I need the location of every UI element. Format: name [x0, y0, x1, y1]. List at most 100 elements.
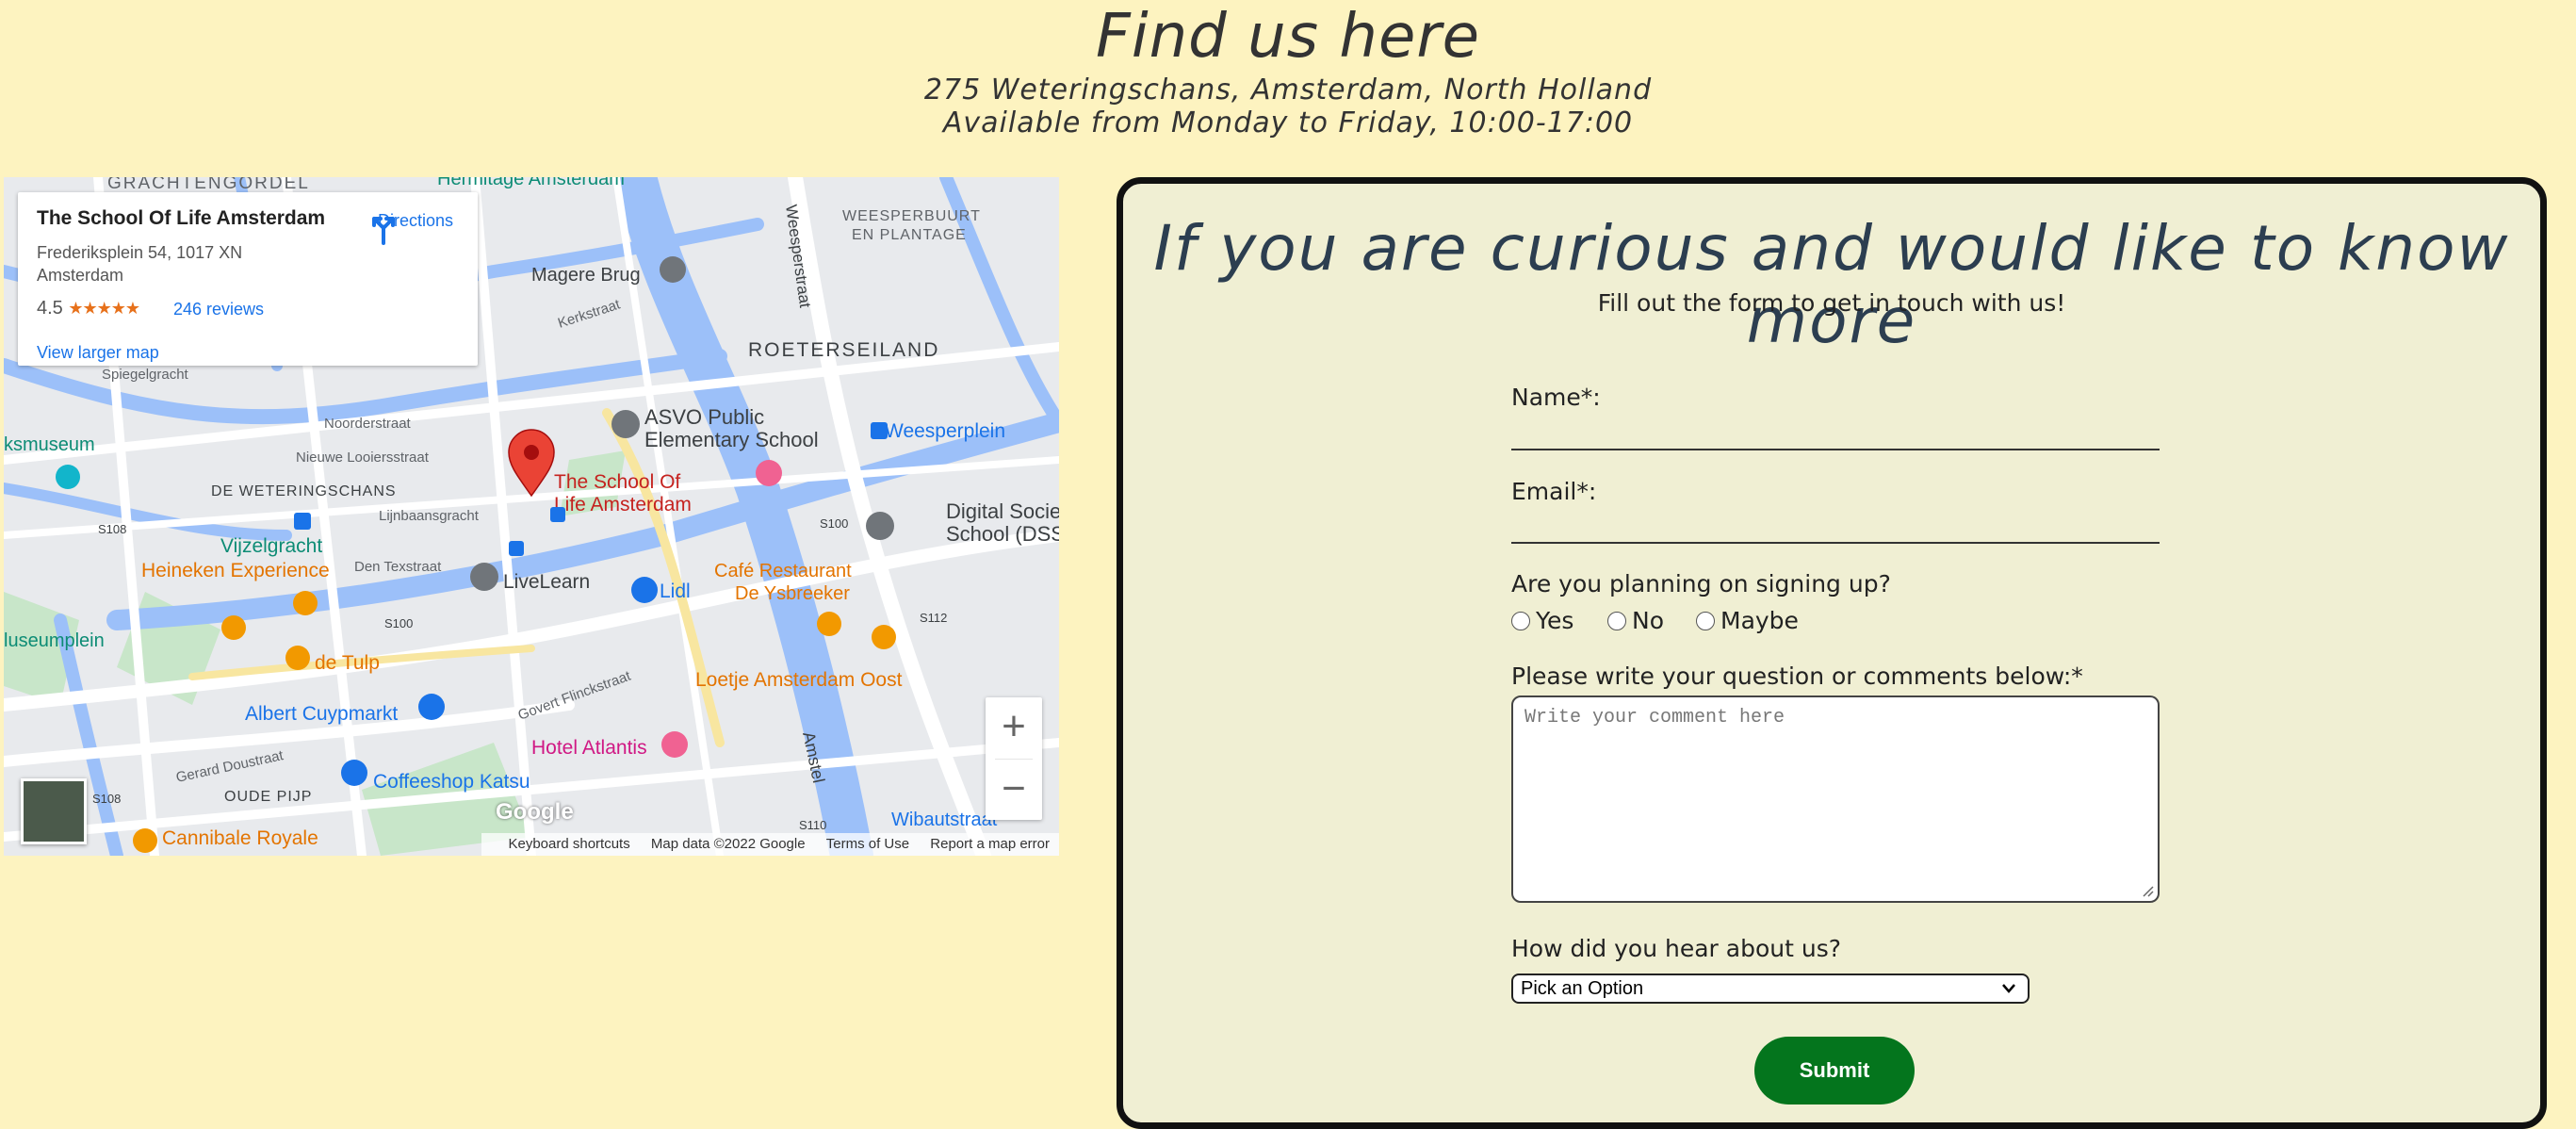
map-label-s110: S110 [799, 818, 826, 832]
comment-placeholder: Write your comment here [1524, 707, 1785, 728]
map-label-asvo-2: Elementary School [644, 428, 819, 451]
map-label-heineken: Heineken Experience [141, 560, 330, 581]
directions-icon [372, 217, 395, 245]
rating-stars-icon: ★★★★★ [68, 299, 140, 318]
map-label-roeterseiland: ROETERSEILAND [748, 339, 939, 361]
restaurant-marker-icon-3 [817, 612, 841, 636]
zoom-in-button[interactable]: + [986, 697, 1042, 759]
zoom-controls: + − [986, 697, 1042, 820]
map-label-den-texstraat: Den Texstraat [354, 559, 442, 575]
map-label-s112: S112 [920, 611, 947, 625]
school-marker-icon-2 [866, 512, 894, 540]
radio-maybe-icon[interactable] [1696, 612, 1715, 630]
place-rating: 4.5 ★★★★★ [37, 298, 140, 319]
bar-marker-icon [293, 591, 318, 615]
zoom-out-button[interactable]: − [986, 760, 1042, 821]
hear-select[interactable]: Pick an Option [1511, 974, 2030, 1004]
transit-marker-icon [550, 507, 565, 522]
resize-handle-icon[interactable] [2141, 884, 2154, 897]
map-label-lidl: Lidl [660, 581, 691, 602]
view-larger-map-link[interactable]: View larger map [37, 343, 159, 363]
email-field[interactable] [1511, 542, 2160, 544]
map-label-weesperplein: Weesperplein [885, 420, 1005, 442]
form-subheading: Fill out the form to get in touch with u… [1597, 289, 2066, 317]
signup-label: Are you planning on signing up? [1511, 570, 1891, 597]
map-label-digital-2: School (DSS) [946, 522, 1059, 546]
map-label-weesperbuurt-1: WEESPERBUURT [842, 208, 981, 224]
map-label-albert: Albert Cuypmarkt [245, 703, 398, 725]
page-title: Find us here [1096, 2, 1480, 72]
metro-marker-icon [871, 422, 888, 439]
contact-form-card: If you are curious and would like to kno… [1117, 177, 2547, 1129]
map-label-cafe-1: Café Restaurant [714, 561, 852, 581]
chevron-down-icon [2002, 984, 2015, 993]
shop-marker-icon-2 [418, 694, 445, 720]
terms-link[interactable]: Terms of Use [826, 836, 909, 852]
map-label-magere-brug: Magere Brug [531, 265, 641, 286]
shop-marker-icon [631, 577, 658, 603]
directions-button[interactable]: Directions [367, 211, 465, 245]
radio-yes[interactable]: Yes [1511, 607, 1573, 634]
map-label-spiegelgracht: Spiegelgracht [102, 367, 189, 383]
map-label-museumplein: luseumplein [4, 630, 105, 651]
radio-no-icon[interactable] [1607, 612, 1626, 630]
map-label-cannibale: Cannibale Royale [162, 827, 318, 849]
radio-no[interactable]: No [1607, 607, 1664, 634]
place-address-line-1: Frederiksplein 54, 1017 XN [37, 243, 243, 262]
map-label-vijzelgracht: Vijzelgracht [220, 535, 322, 557]
hear-label: How did you hear about us? [1511, 935, 1841, 962]
restaurant-marker-icon-5 [133, 828, 157, 853]
map-attribution: Keyboard shortcuts Map data ©2022 Google… [481, 833, 1059, 856]
place-address-line-2: Amsterdam [37, 266, 124, 285]
map-label-nieuwe-looiersstraat: Nieuwe Looiersstraat [296, 450, 430, 466]
keyboard-shortcuts-link[interactable]: Keyboard shortcuts [508, 836, 629, 852]
rating-value: 4.5 [37, 298, 63, 319]
map-label-hermitage: Hermitage Amsterdam [437, 177, 625, 189]
shop-marker-icon-3 [341, 760, 367, 786]
radio-yes-label: Yes [1536, 607, 1574, 634]
radio-maybe[interactable]: Maybe [1696, 607, 1799, 634]
museum-marker-icon [56, 465, 80, 489]
hear-select-value: Pick an Option [1521, 978, 1644, 999]
map-label-weesperbuurt-2: EN PLANTAGE [852, 227, 967, 243]
map-label-museum: ksmuseum [4, 434, 95, 455]
satellite-toggle[interactable] [21, 778, 87, 844]
restaurant-marker-icon-2 [285, 646, 310, 670]
landmark-marker-icon [660, 256, 686, 283]
map-label-noorderstraat: Noorderstraat [324, 416, 412, 432]
restaurant-marker-icon-4 [872, 625, 896, 649]
reviews-link[interactable]: 246 reviews [173, 300, 264, 319]
address-text: 275 Weteringschans, Amsterdam, North Hol… [923, 74, 1653, 106]
map-label-digital-1: Digital Society [946, 499, 1059, 523]
name-label: Name*: [1511, 384, 1601, 411]
radio-yes-icon[interactable] [1511, 612, 1530, 630]
map-label-wibautstraat: Wibautstraat [891, 810, 998, 830]
map-label-cafe-2: De Ysbreeker [735, 583, 850, 604]
name-field[interactable] [1511, 449, 2160, 450]
map-label-s108: S108 [98, 522, 126, 536]
map-label-lijnbaansgracht: Lijnbaansgracht [379, 508, 480, 524]
map-label-de-tulp: de Tulp [315, 652, 380, 674]
metro-marker-icon-2 [294, 513, 311, 530]
comment-textarea[interactable]: Write your comment here [1511, 695, 2160, 903]
map-label-school-1: The School Of [554, 471, 680, 493]
hotel-marker-icon [756, 460, 782, 486]
map-label-asvo-1: ASVO Public [644, 405, 764, 429]
google-logo: Google [496, 799, 574, 825]
radio-maybe-label: Maybe [1720, 607, 1799, 634]
submit-button[interactable]: Submit [1754, 1037, 1915, 1104]
map-label-oude-pijp: OUDE PIJP [224, 789, 312, 805]
map-label-coffeeshop: Coffeeshop Katsu [373, 771, 530, 793]
restaurant-marker-icon [221, 615, 246, 640]
hours-text: Available from Monday to Friday, 10:00-1… [942, 106, 1634, 139]
map-label-hotel: Hotel Atlantis [531, 737, 647, 759]
poi-marker-icon [470, 563, 498, 591]
radio-no-label: No [1632, 607, 1664, 634]
place-info-card: The School Of Life Amsterdam Frederikspl… [18, 192, 478, 366]
map-data-text: Map data ©2022 Google [650, 836, 806, 852]
report-error-link[interactable]: Report a map error [930, 836, 1050, 852]
school-marker-icon [611, 410, 640, 438]
embedded-map[interactable]: GRACHTENGORDEL Hermitage Amsterdam WEESP… [4, 177, 1059, 856]
map-label-grachtengordel: GRACHTENGORDEL [107, 177, 310, 193]
map-label-livelearn: LiveLearn [503, 571, 590, 593]
